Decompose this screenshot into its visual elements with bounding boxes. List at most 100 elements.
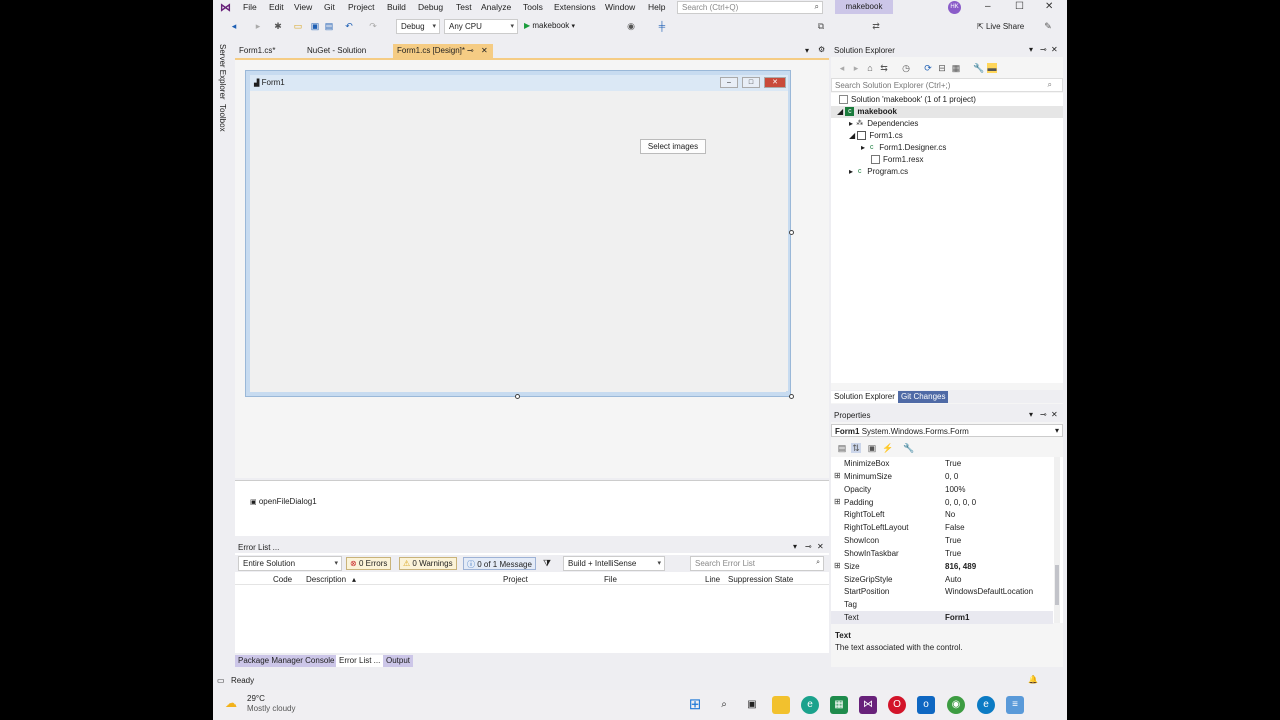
settings-icon[interactable]: ⚙: [818, 45, 825, 54]
sheets-icon[interactable]: ▦: [830, 696, 848, 714]
property-row[interactable]: Tag: [831, 598, 1053, 611]
new-project-icon[interactable]: ✱: [273, 21, 283, 31]
property-row[interactable]: ⊞ Size 816, 489: [831, 560, 1053, 573]
open-file-dialog-component[interactable]: ▣ openFileDialog1: [250, 497, 317, 506]
align-icon[interactable]: ╪: [657, 21, 667, 31]
visual-studio-icon[interactable]: ⋈: [859, 696, 877, 714]
opera-icon[interactable]: O: [888, 696, 906, 714]
dropdown-icon[interactable]: ▾: [1029, 410, 1033, 419]
pin-icon[interactable]: ⊸: [805, 542, 812, 551]
menu-build[interactable]: Build: [387, 2, 406, 12]
notifications-icon[interactable]: 🔔: [1028, 675, 1038, 684]
pin-icon[interactable]: ⊸: [1040, 45, 1047, 54]
property-row-selected[interactable]: Text Form1: [831, 611, 1053, 624]
column-code[interactable]: Code: [273, 575, 292, 584]
task-view-icon[interactable]: ▣: [743, 696, 761, 714]
tree-item-program-cs[interactable]: ▸ c Program.cs: [849, 166, 908, 178]
menu-test[interactable]: Test: [456, 2, 472, 12]
column-file[interactable]: File: [604, 575, 617, 584]
tab-error-list[interactable]: Error List ...: [336, 655, 384, 667]
menu-git[interactable]: Git: [324, 2, 335, 12]
switch-views-icon[interactable]: ⇆: [879, 63, 889, 73]
menu-file[interactable]: File: [243, 2, 257, 12]
categorized-icon[interactable]: ▤: [837, 443, 847, 453]
edge-icon[interactable]: e: [801, 696, 819, 714]
history-icon[interactable]: ◷: [901, 63, 911, 73]
edge-beta-icon[interactable]: e: [977, 696, 995, 714]
tab-git-changes[interactable]: Git Changes: [898, 391, 949, 403]
tab-package-manager-console[interactable]: Package Manager Console: [235, 655, 338, 667]
resize-handle-corner[interactable]: [789, 394, 794, 399]
tree-item-solution[interactable]: Solution 'makebook' (1 of 1 project): [839, 94, 976, 106]
pin-icon[interactable]: ⊸: [1040, 410, 1047, 419]
property-row[interactable]: RightToLeftLayout False: [831, 521, 1053, 534]
column-description[interactable]: Description: [306, 575, 346, 584]
tab-form1-cs[interactable]: Form1.cs*: [235, 44, 279, 58]
file-explorer-icon[interactable]: [772, 696, 790, 714]
server-explorer-tab[interactable]: Server Explorer: [218, 44, 227, 100]
property-pages-icon[interactable]: 🔧: [903, 443, 914, 453]
expand-icon[interactable]: ⊞: [834, 561, 841, 570]
start-debug-button[interactable]: ▶ makebook ▾: [524, 21, 575, 33]
outlook-icon[interactable]: o: [917, 696, 935, 714]
close-icon[interactable]: ✕: [817, 542, 824, 551]
property-row[interactable]: ShowInTaskbar True: [831, 547, 1053, 560]
resize-handle-right[interactable]: [789, 230, 794, 235]
back-icon[interactable]: ◂: [837, 63, 847, 73]
save-all-icon[interactable]: ▤: [324, 21, 334, 31]
tab-solution-explorer[interactable]: Solution Explorer: [831, 391, 898, 403]
messages-filter-button[interactable]: ⓘ 0 of 1 Message: [463, 557, 536, 570]
properties-wrench-icon[interactable]: 🔧: [973, 63, 984, 73]
forward-icon[interactable]: ▸: [253, 21, 263, 31]
pin-icon[interactable]: ⊸: [467, 46, 474, 55]
live-share-button[interactable]: ⇱ Live Share: [977, 22, 1024, 31]
errors-filter-button[interactable]: ⊗ 0 Errors: [346, 557, 392, 570]
tab-dropdown-icon[interactable]: ▾: [805, 46, 809, 55]
menu-project[interactable]: Project: [348, 2, 374, 12]
expand-icon[interactable]: ⊞: [834, 497, 841, 506]
minimize-icon[interactable]: –: [985, 1, 991, 12]
menu-analyze[interactable]: Analyze: [481, 2, 511, 12]
error-list-search-input[interactable]: Search Error List ⌕: [690, 556, 824, 571]
global-search-input[interactable]: Search (Ctrl+Q) ⌕: [677, 1, 823, 14]
column-project[interactable]: Project: [503, 575, 528, 584]
menu-extensions[interactable]: Extensions: [554, 2, 596, 12]
avatar[interactable]: HK: [948, 1, 961, 14]
resize-handle-bottom[interactable]: [515, 394, 520, 399]
alphabetical-icon[interactable]: ⇅: [851, 443, 861, 453]
filter-icon[interactable]: ⧩: [543, 558, 551, 569]
save-icon[interactable]: ▣: [310, 21, 320, 31]
platform-select[interactable]: Any CPU ▾: [444, 19, 518, 34]
property-row[interactable]: Opacity 100%: [831, 483, 1053, 496]
form1-window[interactable]: ▟ Form1 – □ ✕ Select images: [245, 70, 791, 397]
property-row[interactable]: StartPosition WindowsDefaultLocation: [831, 585, 1053, 598]
tree-item-form1-resx[interactable]: Form1.resx: [871, 154, 923, 166]
layout-icon[interactable]: ⧉: [816, 21, 826, 31]
tab-output[interactable]: Output: [383, 655, 414, 667]
close-tab-icon[interactable]: ✕: [481, 46, 488, 55]
menu-tools[interactable]: Tools: [523, 2, 543, 12]
search-icon[interactable]: ⌕: [715, 696, 733, 714]
tree-item-form1-designer-cs[interactable]: ▸ c Form1.Designer.cs: [861, 142, 946, 154]
maximize-icon[interactable]: ☐: [1015, 1, 1024, 12]
start-icon[interactable]: ⊞: [686, 696, 704, 714]
feedback-icon[interactable]: ✎: [1043, 21, 1053, 31]
scope-select[interactable]: Entire Solution ▾: [238, 556, 342, 571]
tree-item-project[interactable]: ◢ c makebook: [831, 106, 1063, 118]
scrollbar-thumb[interactable]: [1055, 565, 1059, 605]
collapse-all-icon[interactable]: ⊟: [937, 63, 947, 73]
column-line[interactable]: Line: [705, 575, 720, 584]
property-row[interactable]: ⊞ MinimumSize 0, 0: [831, 470, 1053, 483]
tree-item-form1-cs[interactable]: ◢ Form1.cs: [849, 130, 903, 142]
weather-icon[interactable]: ☁: [225, 696, 237, 710]
close-icon[interactable]: ✕: [1045, 1, 1053, 12]
open-icon[interactable]: ▭: [293, 21, 303, 31]
forward-icon[interactable]: ▸: [851, 63, 861, 73]
sync-icon[interactable]: ⟳: [923, 63, 933, 73]
toolbox-tab[interactable]: Toolbox: [218, 104, 227, 132]
chrome-icon[interactable]: ◉: [947, 696, 965, 714]
property-row[interactable]: RightToLeft No: [831, 508, 1053, 521]
dropdown-icon[interactable]: ▾: [793, 542, 797, 551]
weather-widget[interactable]: 29°C Mostly cloudy: [247, 694, 295, 714]
solution-explorer-search-input[interactable]: Search Solution Explorer (Ctrl+;) ⌕: [831, 78, 1063, 92]
